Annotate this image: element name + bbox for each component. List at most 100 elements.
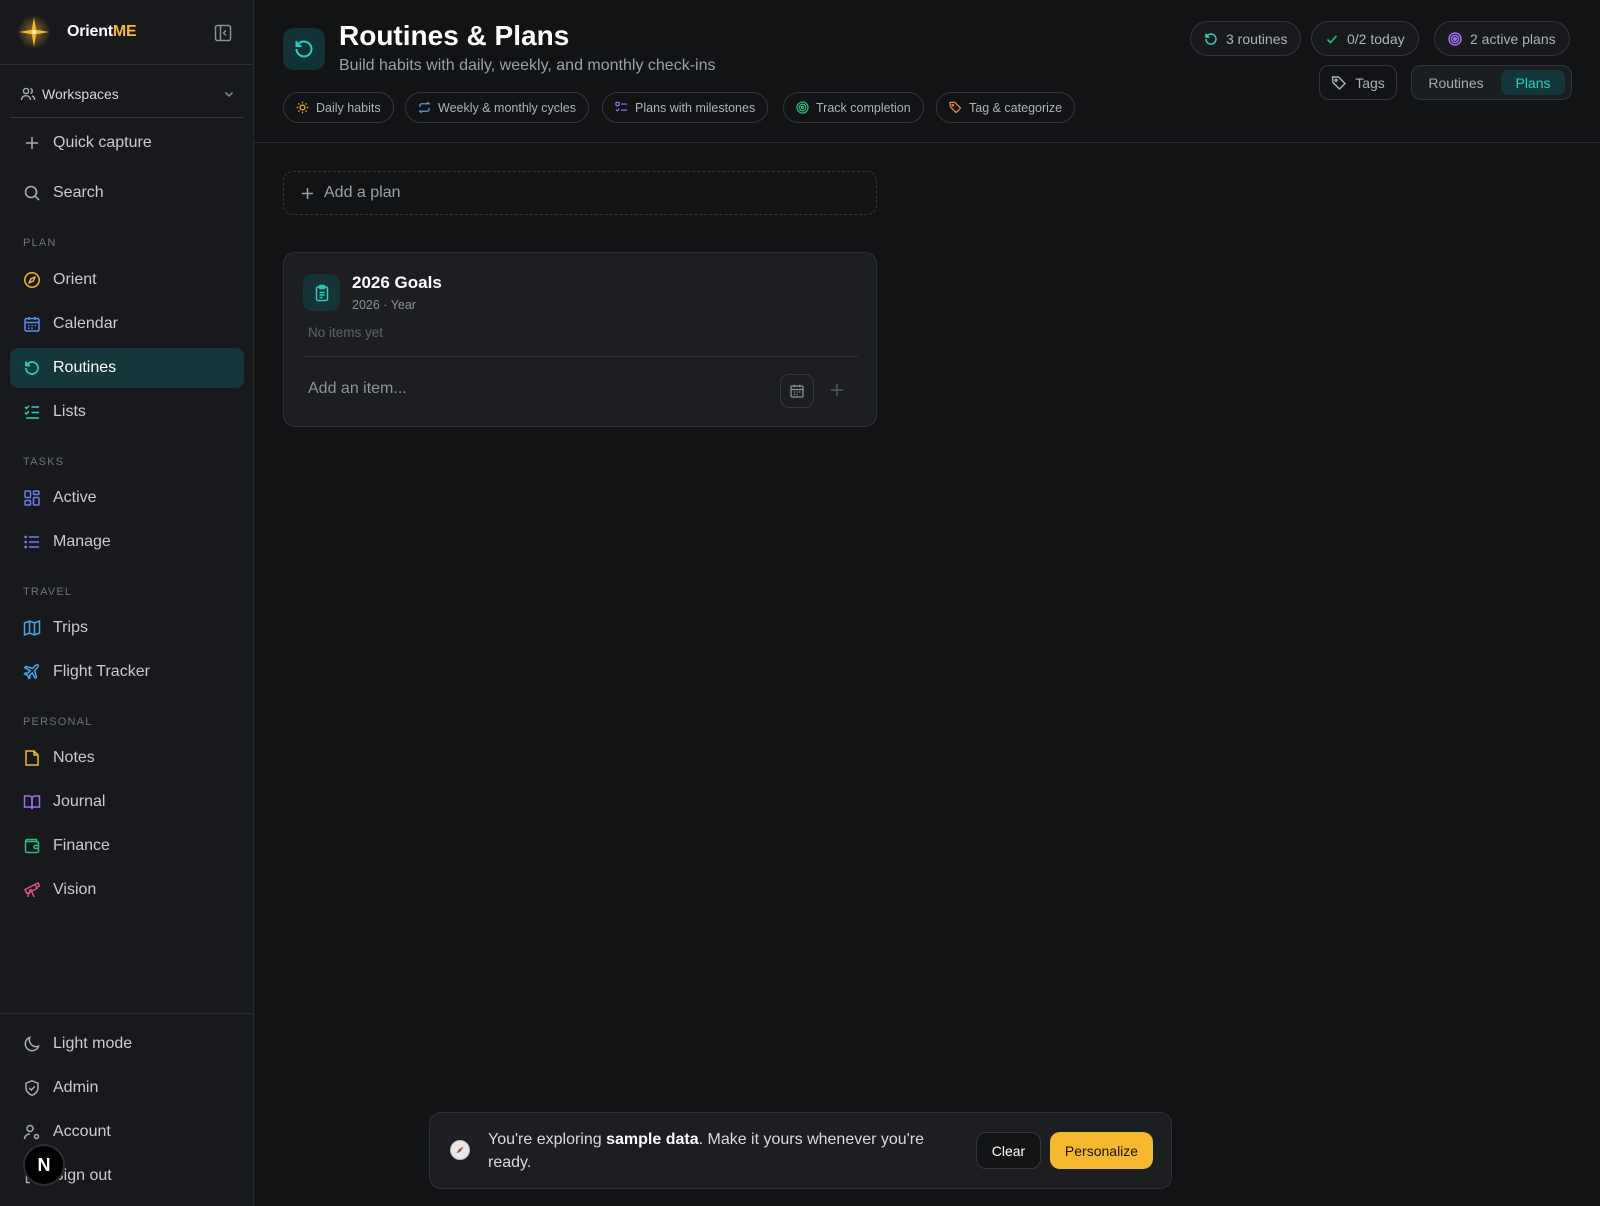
view-toggle: Routines Plans: [1411, 65, 1572, 100]
page-header: Routines & Plans Build habits with daily…: [254, 0, 1600, 143]
sidebar-item-label: Finance: [53, 837, 110, 854]
sidebar-item-routines[interactable]: Routines: [10, 348, 244, 388]
sidebar-item-active[interactable]: Active: [10, 478, 244, 518]
plan-title[interactable]: 2026 Goals: [352, 273, 442, 293]
feature-chip-weekly-monthly: Weekly & monthly cycles: [405, 92, 590, 123]
chevron-down-icon: [222, 87, 236, 101]
feature-chip-daily-habits: Daily habits: [283, 92, 394, 123]
brand-header: OrientME: [0, 0, 254, 65]
orientme-logo-icon: [16, 14, 52, 50]
plus-icon: [23, 134, 41, 152]
book-open-icon: [23, 793, 41, 811]
tab-routines[interactable]: Routines: [1416, 70, 1496, 95]
plus-icon: [300, 186, 315, 201]
sidebar-item-vision[interactable]: Vision: [10, 870, 244, 910]
section-label-tasks: TASKS: [23, 456, 65, 468]
sidebar-item-label: Flight Tracker: [53, 663, 150, 680]
add-plan-label: Add a plan: [324, 184, 401, 201]
sidebar-item-label: Manage: [53, 533, 111, 550]
light-mode-label: Light mode: [53, 1035, 133, 1052]
add-item-button[interactable]: [829, 382, 845, 398]
sidebar-item-flight-tracker[interactable]: Flight Tracker: [10, 652, 244, 692]
add-plan-button[interactable]: Add a plan: [283, 171, 877, 215]
active-plans-pill: 2 active plans: [1434, 21, 1570, 56]
sidebar-item-label: Trips: [53, 619, 88, 636]
sidebar-item-label: Routines: [53, 359, 117, 376]
today-progress-pill: 0/2 today: [1311, 21, 1419, 56]
chip-label: Daily habits: [316, 100, 381, 115]
sidebar-item-calendar[interactable]: Calendar: [10, 304, 244, 344]
map-icon: [23, 619, 41, 637]
active-plans-count: 2 active plans: [1470, 30, 1556, 47]
quick-capture-button[interactable]: Quick capture: [10, 123, 244, 163]
repeat-icon: [418, 101, 431, 114]
collapse-sidebar-button[interactable]: [213, 23, 233, 43]
sun-icon: [296, 101, 309, 114]
tag-icon: [1331, 75, 1347, 91]
due-date-button[interactable]: [780, 374, 814, 408]
quick-capture-label: Quick capture: [53, 134, 152, 151]
feature-chip-plans-milestones: Plans with milestones: [602, 92, 769, 123]
sidebar-item-lists[interactable]: Lists: [10, 392, 244, 432]
user-cog-icon: [23, 1123, 41, 1141]
routines-count-pill: 3 routines: [1190, 21, 1302, 56]
sidebar-item-journal[interactable]: Journal: [10, 782, 244, 822]
chip-label: Tag & categorize: [969, 100, 1063, 115]
sidebar-item-admin[interactable]: Admin: [10, 1068, 244, 1108]
target-icon: [796, 101, 809, 114]
list-icon: [23, 533, 41, 551]
clear-button[interactable]: Clear: [976, 1132, 1041, 1169]
chip-label: Weekly & monthly cycles: [438, 100, 577, 115]
section-label-plan: PLAN: [23, 237, 57, 249]
sidebar-divider: [0, 1013, 254, 1014]
sidebar-item-label: Notes: [53, 749, 95, 766]
workspaces-selector[interactable]: Workspaces: [10, 78, 244, 118]
tag-icon: [949, 101, 962, 114]
sidebar-item-finance[interactable]: Finance: [10, 826, 244, 866]
sidebar-item-label: Journal: [53, 793, 106, 810]
sample-data-banner: You're exploring sample data. Make it yo…: [429, 1112, 1172, 1189]
add-item-input[interactable]: [308, 380, 728, 398]
compass-icon: [23, 271, 41, 289]
today-progress: 0/2 today: [1347, 30, 1405, 47]
tab-plans[interactable]: Plans: [1501, 70, 1565, 95]
tags-button[interactable]: Tags: [1319, 65, 1397, 100]
sidebar-item-notes[interactable]: Notes: [10, 738, 244, 778]
search-icon: [23, 184, 41, 202]
sidebar-item-manage[interactable]: Manage: [10, 522, 244, 562]
search-label: Search: [53, 184, 104, 201]
feature-chip-track-completion: Track completion: [783, 92, 924, 123]
brand-name: OrientME: [67, 23, 137, 40]
workspaces-label: Workspaces: [42, 86, 119, 102]
rotate-ccw-icon: [23, 359, 41, 377]
sidebar-item-label: Calendar: [53, 315, 118, 332]
sidebar-item-label: Admin: [53, 1079, 99, 1096]
calendar-icon: [23, 315, 41, 333]
sidebar-item-trips[interactable]: Trips: [10, 608, 244, 648]
avatar[interactable]: N: [23, 1144, 65, 1186]
page-title: Routines & Plans: [339, 20, 570, 51]
plus-icon: [829, 382, 845, 398]
sidebar-item-label: Orient: [53, 271, 97, 288]
light-mode-toggle[interactable]: Light mode: [10, 1024, 244, 1064]
wallet-icon: [23, 837, 41, 855]
sidebar-item-orient[interactable]: Orient: [10, 260, 244, 300]
page-subtitle: Build habits with daily, weekly, and mon…: [339, 57, 716, 74]
calendar-icon: [789, 383, 805, 399]
section-label-travel: TRAVEL: [23, 586, 73, 598]
search-button[interactable]: Search: [10, 173, 244, 213]
sidebar-item-label: Lists: [53, 403, 86, 420]
personalize-button[interactable]: Personalize: [1050, 1132, 1153, 1169]
moon-icon: [23, 1035, 41, 1053]
section-label-personal: PERSONAL: [23, 716, 93, 728]
plane-icon: [23, 663, 41, 681]
target-icon: [1448, 31, 1462, 46]
chip-label: Track completion: [816, 100, 911, 115]
list-checks-icon: [23, 403, 41, 421]
sticky-note-icon: [23, 749, 41, 767]
users-icon: [20, 86, 36, 102]
compass-icon: [449, 1139, 471, 1161]
shield-check-icon: [23, 1079, 41, 1097]
plan-meta: 2026 · Year: [352, 298, 416, 312]
routines-count: 3 routines: [1226, 30, 1288, 47]
